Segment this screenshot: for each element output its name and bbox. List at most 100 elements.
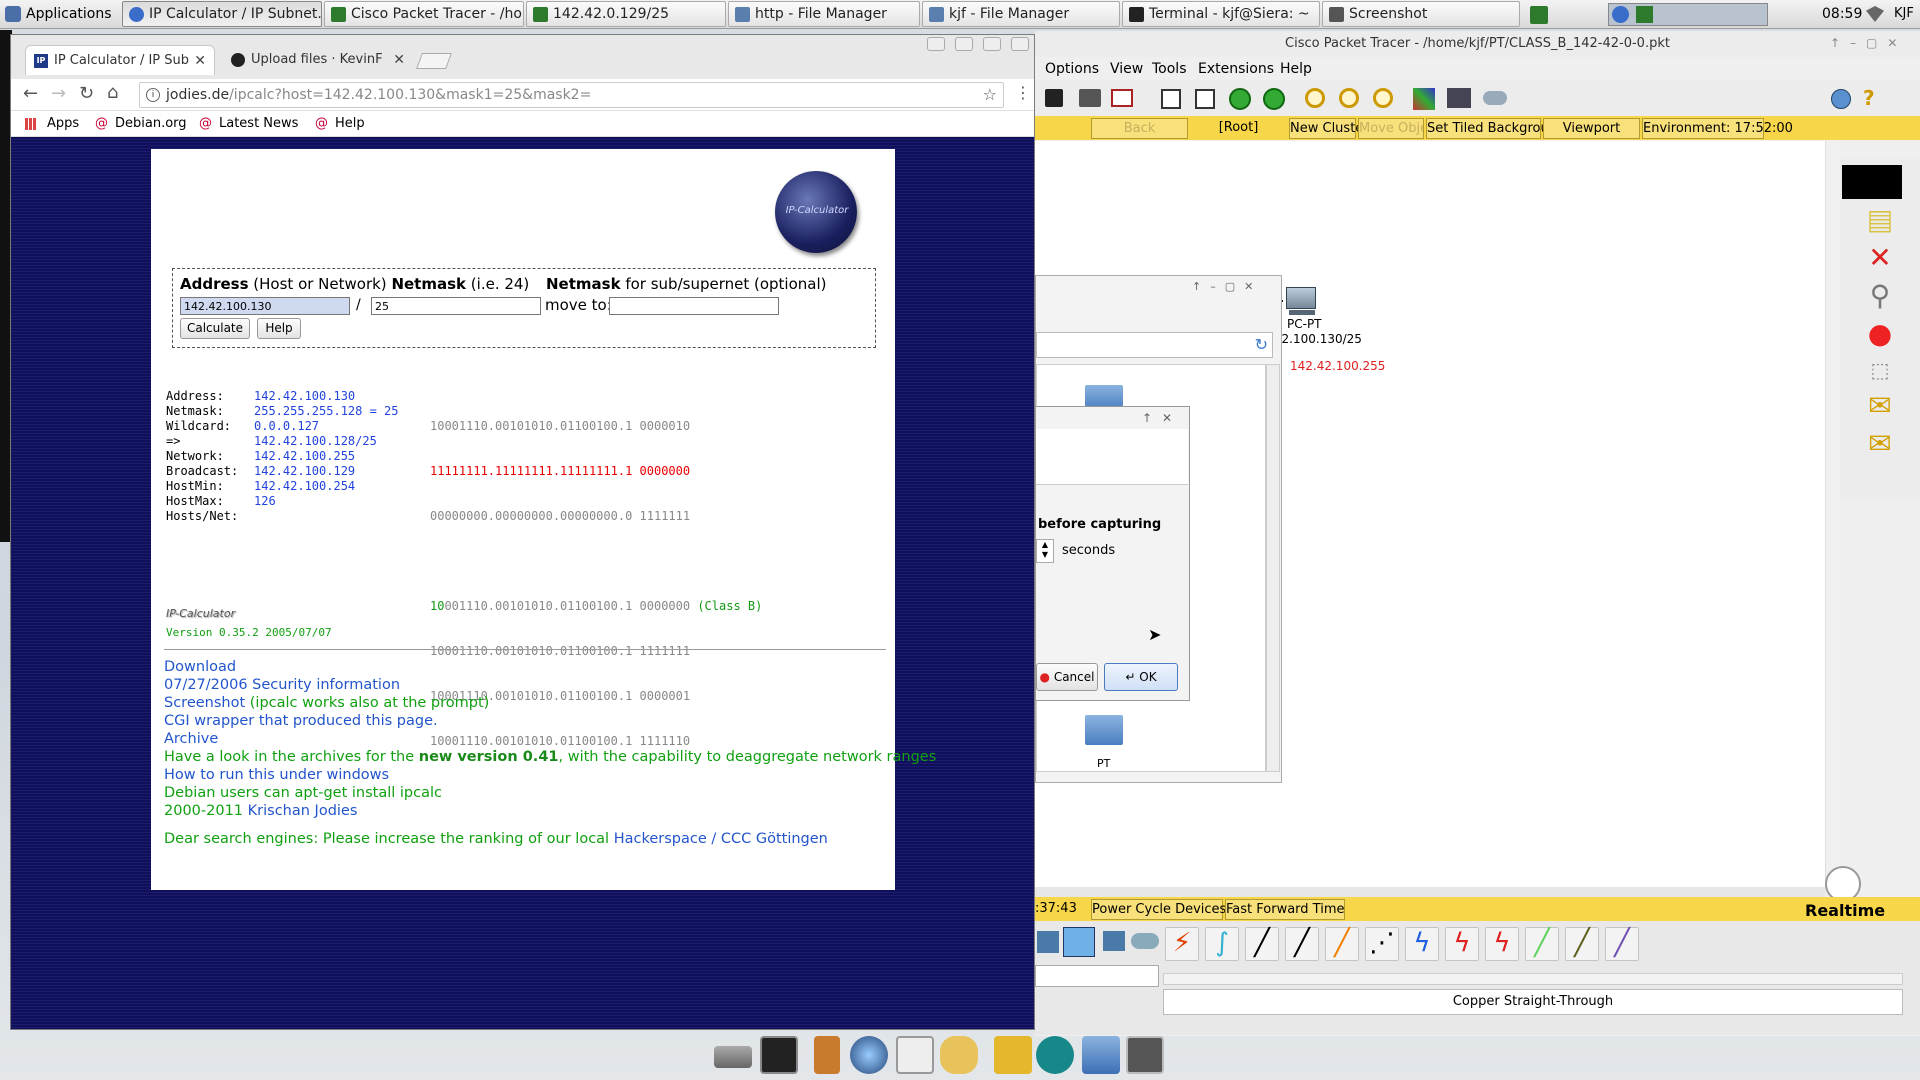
tiled-background-button[interactable]: Set Tiled Background [1426, 118, 1565, 139]
app-finder-icon[interactable] [896, 1036, 934, 1074]
menu-options[interactable]: Options [1045, 58, 1099, 80]
inspect-icon[interactable]: ⚲ [1840, 279, 1920, 313]
zoom-out-icon[interactable] [1373, 88, 1393, 108]
complex-pdu-icon[interactable]: ✉ [1840, 427, 1920, 461]
refresh-icon[interactable]: ↻ [1255, 335, 1268, 354]
phone-cable-icon[interactable]: ⋰ [1365, 927, 1399, 961]
auto-cable-icon[interactable]: ⚡ [1165, 927, 1199, 961]
task-ip-calculator[interactable]: IP Calculator / IP Subnet... [122, 1, 322, 27]
redo-icon[interactable] [1263, 88, 1285, 110]
task-kjf-file-manager[interactable]: kjf - File Manager [922, 1, 1120, 27]
fm-path-bar[interactable]: ↻ [1036, 332, 1273, 358]
address-input[interactable] [180, 297, 350, 315]
arduino-icon[interactable] [1036, 1036, 1074, 1074]
task-screenshot[interactable]: Screenshot [1322, 1, 1520, 27]
hackerspace-link[interactable]: Hackerspace / CCC Göttingen [614, 831, 828, 847]
paste-icon[interactable] [1195, 89, 1215, 109]
user-menu[interactable]: KJF [1894, 6, 1914, 21]
move-to-input[interactable] [609, 297, 779, 315]
straight-through-icon[interactable]: ╱ [1245, 927, 1279, 961]
teapot-icon[interactable] [940, 1036, 978, 1074]
fast-forward-button[interactable]: Fast Forward Time [1225, 899, 1345, 920]
copy-icon[interactable] [1161, 89, 1181, 109]
connections-icon[interactable] [1063, 927, 1095, 957]
dialog-controls[interactable]: ↑✕ [1142, 411, 1182, 425]
minimize-icon[interactable] [955, 37, 973, 51]
screenshot-link[interactable]: Screenshot [164, 695, 245, 711]
cable-scrollbar[interactable] [1163, 973, 1903, 985]
delete-icon[interactable]: ✕ [1840, 241, 1920, 275]
forward-icon[interactable]: → [51, 83, 66, 104]
serial-dte-icon[interactable]: ϟ [1485, 927, 1519, 961]
menu-view[interactable]: View [1110, 58, 1143, 80]
task-http-file-manager[interactable]: http - File Manager [728, 1, 920, 27]
root-button[interactable]: [Root] [1190, 118, 1287, 139]
maximize-icon[interactable] [983, 37, 1001, 51]
zoom-in-icon[interactable] [1305, 88, 1325, 108]
simple-pdu-icon[interactable]: ✉ [1840, 389, 1920, 423]
menu-help[interactable]: Help [1280, 58, 1312, 80]
new-tab-button[interactable] [416, 53, 452, 69]
author-link[interactable]: Krischan Jodies [248, 803, 358, 819]
octal-cable-icon[interactable]: ╱ [1525, 927, 1559, 961]
activity-wizard-icon[interactable] [1111, 89, 1133, 107]
pt-window-controls[interactable]: ↑–▢✕ [1830, 36, 1907, 50]
bookmark-debian[interactable]: Debian.org [115, 111, 187, 137]
archive-link[interactable]: Archive [164, 731, 218, 747]
move-object-button[interactable]: Move Object [1358, 118, 1424, 139]
bookmark-star-icon[interactable]: ☆ [983, 83, 997, 107]
select-tool-icon[interactable] [1842, 165, 1902, 199]
bookmark-apps[interactable]: Apps [47, 111, 79, 137]
bookmark-latest-news[interactable]: Latest News [219, 111, 298, 137]
save-icon[interactable] [1045, 89, 1063, 107]
end-devices-icon[interactable] [1037, 931, 1059, 953]
fm-window-controls[interactable]: ↑–▢✕ [1192, 280, 1262, 293]
bookmark-help[interactable]: Help [335, 111, 365, 137]
console-cable-icon[interactable]: ∫ [1205, 927, 1239, 961]
coaxial-icon[interactable]: ϟ [1405, 927, 1439, 961]
info-icon[interactable] [1831, 89, 1851, 109]
chrome-tray-icon[interactable] [1612, 6, 1629, 23]
horizontal-scrollbar[interactable] [1035, 887, 1825, 897]
screenshot-icon[interactable] [1126, 1036, 1164, 1074]
windows-link[interactable]: How to run this under windows [164, 767, 389, 783]
reload-icon[interactable]: ↻ [79, 83, 94, 104]
close-tab-icon[interactable]: ✕ [393, 45, 405, 75]
address-bar[interactable]: i jodies.de/ipcalc?host=142.42.100.130&m… [139, 82, 1004, 108]
custom-device-icon[interactable] [1447, 88, 1471, 108]
download-link[interactable]: Download [164, 659, 236, 675]
help-button[interactable]: Help [257, 318, 301, 339]
netmask-input[interactable] [371, 297, 541, 315]
menu-tools[interactable]: Tools [1152, 58, 1187, 80]
palette-icon[interactable] [1413, 88, 1435, 110]
draw-ellipse-icon[interactable]: ● [1840, 317, 1920, 351]
new-cluster-button[interactable]: New Cluster [1289, 118, 1369, 139]
tab-ip-calculator[interactable]: IP IP Calculator / IP Sub ✕ [25, 45, 215, 75]
power-cycle-button[interactable]: Power Cycle Devices [1091, 899, 1226, 920]
home-icon[interactable]: ⌂ [107, 82, 118, 103]
folder-icon[interactable] [1085, 715, 1123, 745]
cgi-link[interactable]: CGI wrapper that produced this page. [164, 713, 438, 729]
fiber-icon[interactable]: ╱ [1325, 927, 1359, 961]
realtime-label[interactable]: Realtime [1805, 901, 1885, 920]
cancel-button[interactable]: ● Cancel [1036, 663, 1098, 691]
calculate-button[interactable]: Calculate [180, 318, 250, 339]
crossover-icon[interactable]: ╱ [1285, 927, 1319, 961]
packet-tracer-tray-icon[interactable] [1530, 6, 1548, 24]
network-tray-icon[interactable] [1636, 6, 1653, 23]
folder-icon[interactable] [1103, 931, 1125, 951]
usb-cable-icon[interactable]: ╱ [1605, 927, 1639, 961]
menu-extensions[interactable]: Extensions [1198, 58, 1274, 80]
show-desktop-icon[interactable] [714, 1046, 752, 1068]
security-link[interactable]: 07/27/2006 Security information [164, 677, 400, 693]
menu-icon[interactable]: ⋮ [1015, 83, 1031, 102]
task-packet-tracer-pc[interactable]: 142.42.0.129/25 [526, 1, 726, 27]
cloud-icon[interactable] [1483, 91, 1507, 105]
task-terminal[interactable]: Terminal - kjf@Siera: ~ [1122, 1, 1320, 27]
pc-pt-device[interactable] [1283, 287, 1319, 317]
viewport-button[interactable]: Viewport [1543, 118, 1640, 139]
back-button[interactable]: Back [1091, 118, 1188, 139]
cloud-icon[interactable] [1131, 933, 1159, 949]
ok-button[interactable]: ↵ OK [1104, 663, 1178, 691]
delay-spinner[interactable]: ▲ ▼ [1036, 539, 1054, 563]
